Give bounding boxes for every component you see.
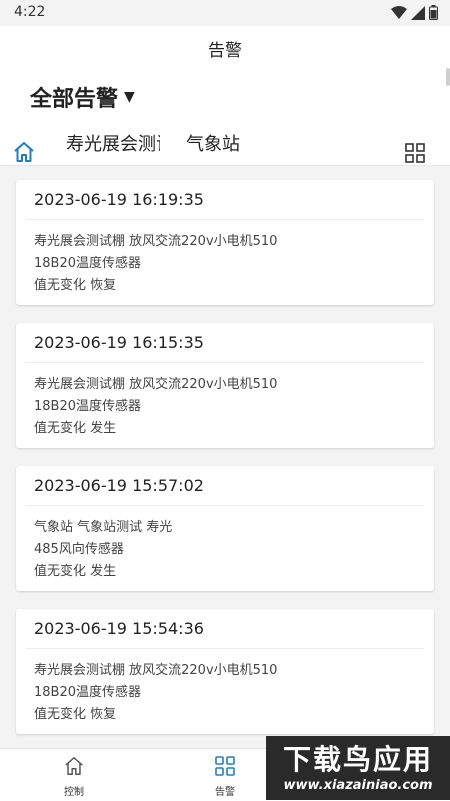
alert-source: 寿光展会测试棚 放风交流220v小电机510 xyxy=(34,663,278,678)
alert-status: 值无变化 发生 xyxy=(34,421,117,436)
signal-icon xyxy=(411,5,425,20)
card-divider xyxy=(26,219,424,220)
system-icons xyxy=(391,5,438,20)
watermark-url: www.xiazainiao.com xyxy=(283,778,433,793)
nav-control-label: 控制 xyxy=(64,787,84,798)
top-bar: 告警 全部告警 ▼ 寿光展会测试棚 气象站 xyxy=(0,26,450,166)
home-tab-icon[interactable] xyxy=(12,140,36,164)
card-divider xyxy=(26,505,424,506)
alert-card[interactable]: 2023-06-19 15:54:36 寿光展会测试棚 放风交流220v小电机5… xyxy=(16,609,434,734)
grid-menu-icon[interactable] xyxy=(404,142,426,164)
alert-sensor: 18B20温度传感器 xyxy=(34,685,142,700)
grid-icon xyxy=(215,756,235,776)
alert-status: 值无变化 恢复 xyxy=(34,707,117,722)
alert-time: 2023-06-19 15:54:36 xyxy=(34,619,204,638)
scroll-indicator xyxy=(446,68,450,86)
tab-site-1[interactable]: 寿光展会测试棚 xyxy=(66,130,160,156)
dropdown-caret-icon: ▼ xyxy=(124,89,135,105)
wifi-icon xyxy=(391,5,407,19)
alert-source: 气象站 气象站测试 寿光 xyxy=(34,520,173,535)
alert-source: 寿光展会测试棚 放风交流220v小电机510 xyxy=(34,377,278,392)
watermark-logo: 下载鸟应用 www.xiazainiao.com xyxy=(266,736,450,800)
alert-list[interactable]: 2023-06-19 16:19:35 寿光展会测试棚 放风交流220v小电机5… xyxy=(0,166,450,748)
site-tabs: 寿光展会测试棚 气象站 xyxy=(0,126,450,166)
alert-time: 2023-06-19 16:15:35 xyxy=(34,333,204,352)
alert-card[interactable]: 2023-06-19 16:19:35 寿光展会测试棚 放风交流220v小电机5… xyxy=(16,180,434,305)
watermark-title: 下载鸟应用 xyxy=(282,743,433,776)
filter-label: 全部告警 xyxy=(30,87,119,112)
alert-sensor: 18B20温度传感器 xyxy=(34,256,142,271)
alert-card[interactable]: 2023-06-19 16:15:35 寿光展会测试棚 放风交流220v小电机5… xyxy=(16,323,434,448)
alert-time: 2023-06-19 16:19:35 xyxy=(34,190,204,209)
nav-alarm-label: 告警 xyxy=(215,787,235,798)
status-bar: 4:22 xyxy=(0,0,450,26)
alert-card[interactable]: 2023-06-19 15:57:02 气象站 气象站测试 寿光 485风向传感… xyxy=(16,466,434,591)
page-title: 告警 xyxy=(208,41,242,61)
card-divider xyxy=(26,648,424,649)
home-icon xyxy=(65,757,83,775)
status-time: 4:22 xyxy=(14,4,46,20)
alert-sensor: 485风向传感器 xyxy=(34,542,124,557)
alert-source: 寿光展会测试棚 放风交流220v小电机510 xyxy=(34,234,278,249)
alert-status: 值无变化 恢复 xyxy=(34,278,117,293)
nav-control[interactable]: 控制 xyxy=(44,755,104,798)
card-divider xyxy=(26,362,424,363)
nav-alarm[interactable]: 告警 xyxy=(195,755,255,798)
alert-time: 2023-06-19 15:57:02 xyxy=(34,476,204,495)
tab-site-2[interactable]: 气象站 xyxy=(186,130,240,156)
alert-sensor: 18B20温度传感器 xyxy=(34,399,142,414)
alert-status: 值无变化 发生 xyxy=(34,564,117,579)
alarm-filter-dropdown[interactable]: 全部告警 ▼ xyxy=(30,81,135,113)
battery-icon xyxy=(429,5,438,20)
